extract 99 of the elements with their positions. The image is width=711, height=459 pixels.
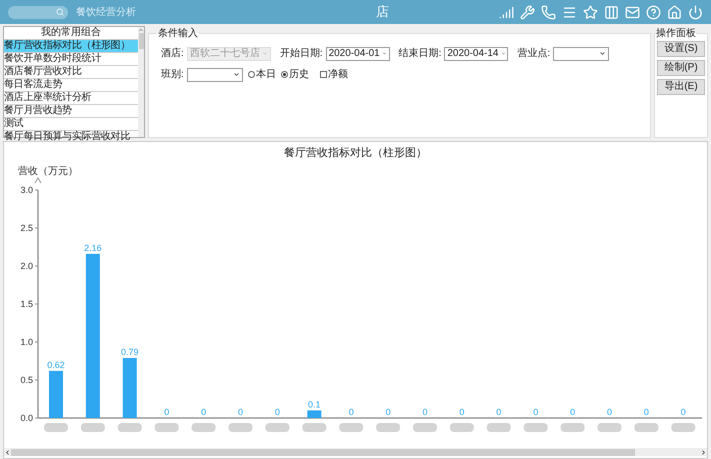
horizontal-scrollbar[interactable] — [4, 448, 707, 456]
y-tick-label: 1.5 — [20, 298, 33, 308]
columns-icon[interactable] — [604, 4, 619, 20]
scroll-up-icon[interactable] — [138, 27, 144, 33]
scroll-left-icon[interactable] — [4, 448, 11, 456]
star-icon[interactable] — [583, 4, 598, 20]
field-label: 结束日期: — [398, 46, 442, 61]
tools-icon[interactable] — [520, 4, 535, 20]
data-label: 0 — [644, 406, 649, 416]
signal-icon[interactable] — [499, 4, 514, 20]
data-label: 0.79 — [121, 346, 139, 356]
blurred-label — [524, 422, 548, 432]
caret-icon — [262, 50, 268, 57]
list-item[interactable]: 餐饮开单数分时段统计 — [4, 53, 138, 66]
scroll-right-icon[interactable] — [700, 448, 707, 456]
bar — [307, 410, 322, 418]
y-tick-label: 3.0 — [20, 184, 33, 194]
field-label: 酒店: — [161, 46, 184, 61]
bar — [122, 357, 137, 418]
blurred-label — [80, 422, 105, 432]
data-label: 0 — [459, 406, 464, 416]
field-label: 开始日期: — [280, 46, 323, 61]
checkbox[interactable]: 净额 — [320, 67, 348, 82]
radio-button[interactable]: 本日 — [248, 67, 276, 82]
data-label: 0 — [164, 406, 170, 416]
caret-icon — [382, 50, 387, 57]
radio-label: 本日 — [256, 68, 276, 82]
blurred-label — [376, 422, 400, 432]
data-label: 0 — [570, 406, 576, 416]
power-icon[interactable] — [688, 4, 703, 20]
panel-title: 条件输入 — [157, 26, 199, 41]
action-button[interactable]: 设置(S) — [657, 41, 705, 57]
blurred-label — [634, 422, 658, 432]
checkbox-label: 净额 — [328, 68, 348, 82]
blurred-label — [118, 422, 142, 432]
scroll-thumb[interactable] — [138, 33, 144, 49]
blurred-label — [413, 422, 437, 432]
blurred-label — [450, 422, 474, 432]
list-item[interactable]: 测试 — [4, 118, 138, 131]
dropdown[interactable]: 2020-04-01 — [326, 46, 390, 60]
blurred-label — [339, 422, 364, 432]
blurred-label — [192, 422, 216, 432]
blurred-label — [671, 422, 696, 432]
field-label: 营业点: — [517, 46, 550, 61]
y-tick-label: 2.5 — [20, 222, 33, 232]
caret-icon — [599, 50, 606, 57]
list-item[interactable]: 餐厅月营收趋势 — [4, 105, 138, 118]
data-label: 0 — [680, 406, 686, 416]
blurred-label — [154, 422, 179, 432]
y-tick-label: 0.0 — [20, 412, 33, 422]
dropdown[interactable] — [186, 68, 243, 82]
caret-icon — [500, 50, 506, 57]
phone-icon[interactable] — [541, 4, 556, 20]
blurred-label — [560, 422, 585, 432]
chart-title: 餐厅营收指标对比（柱形图） — [283, 146, 428, 161]
data-label: 0 — [496, 406, 502, 416]
blurred-label — [228, 422, 252, 432]
module-name: 餐饮经营分析 — [76, 6, 136, 20]
list-item[interactable]: 酒店上座率统计分析 — [4, 92, 138, 105]
blurred-label — [486, 422, 511, 432]
help-icon[interactable] — [646, 4, 661, 20]
radio-button[interactable]: 历史 — [280, 67, 309, 82]
data-label: 0 — [348, 406, 354, 416]
dropdown[interactable] — [553, 46, 610, 60]
y-tick-label: 2.0 — [20, 260, 33, 270]
action-button[interactable]: 绘制(P) — [657, 60, 705, 76]
mail-icon[interactable] — [625, 4, 640, 20]
list-item[interactable]: 酒店餐厅营收对比 — [4, 66, 138, 79]
store-title: 店 — [376, 3, 389, 22]
data-label: 0 — [274, 406, 280, 416]
radio-label: 历史 — [288, 68, 309, 82]
scrollbar[interactable] — [138, 27, 144, 137]
panel-title: 操作面板 — [656, 26, 696, 41]
y-tick-label: 1.0 — [20, 336, 33, 346]
y-axis-label: 营收（万元） — [18, 166, 78, 176]
list-item[interactable]: 餐厅营收指标对比（柱形图） — [4, 40, 138, 53]
bar — [49, 370, 63, 418]
caret-icon — [232, 71, 240, 78]
blurred-label — [302, 422, 326, 432]
field-label: 班别: — [161, 68, 184, 82]
house-icon[interactable] — [667, 4, 682, 20]
y-tick-label: 0.5 — [20, 374, 33, 384]
blurred-label — [265, 422, 290, 432]
data-label: 0.62 — [47, 359, 65, 370]
menu-icon[interactable] — [562, 4, 577, 20]
blurred-label — [598, 422, 622, 432]
data-label: 0 — [422, 406, 428, 416]
data-label: 2.16 — [84, 242, 102, 252]
data-label: 0.1 — [308, 398, 321, 409]
data-label: 0 — [607, 406, 612, 416]
action-button[interactable]: 导出(E) — [657, 79, 705, 95]
data-label: 0 — [201, 406, 206, 416]
dropdown[interactable]: 2020-04-14 — [444, 46, 508, 60]
data-label: 0 — [386, 406, 391, 416]
blurred-label — [44, 422, 68, 432]
search-icon — [56, 8, 64, 16]
data-label: 0 — [533, 406, 538, 416]
search-field[interactable] — [8, 6, 68, 18]
data-label: 0 — [238, 406, 243, 416]
